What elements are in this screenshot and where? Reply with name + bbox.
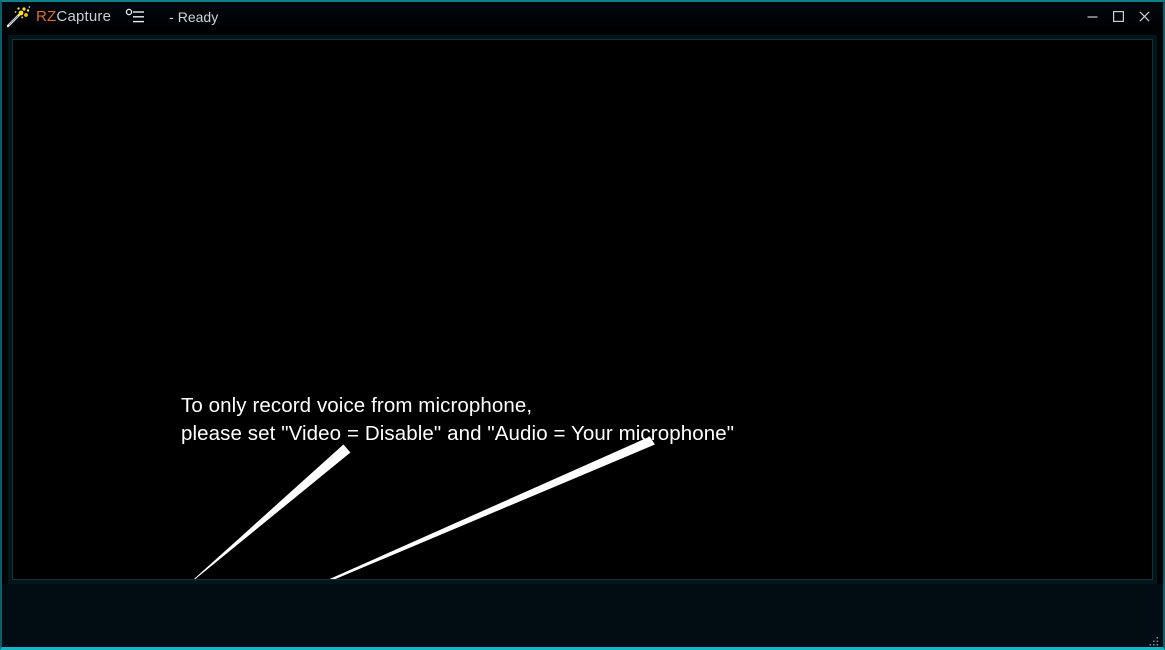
status-text: - Ready [169, 8, 219, 25]
close-button[interactable] [1131, 2, 1157, 31]
preview-frame: To only record voice from microphone, pl… [8, 35, 1157, 584]
arrow-to-video-combo [193, 444, 351, 579]
close-icon [1138, 11, 1150, 22]
magic-wand-sparkle-icon [6, 5, 31, 27]
instruction-line-1: To only record voice from microphone, [181, 394, 533, 417]
minimize-button[interactable] [1079, 2, 1105, 31]
app-title-suffix: Capture [56, 8, 112, 25]
control-bar: Video = Disable Audio = (USB Audio De 44… [2, 584, 1163, 648]
minimize-icon [1087, 16, 1097, 18]
maximize-icon [1112, 11, 1124, 23]
maximize-button[interactable] [1105, 2, 1131, 31]
rzcapture-window: RZCapture - Ready To only record voice f… [0, 0, 1165, 650]
resize-grip-icon[interactable] [1148, 636, 1160, 648]
window-controls [1079, 2, 1163, 31]
options-menu-icon[interactable] [125, 8, 147, 26]
title-bar: RZCapture - Ready [2, 2, 1163, 31]
arrow-to-audio-combo [329, 436, 655, 579]
app-title: RZCapture [36, 8, 111, 25]
preview-viewport[interactable]: To only record voice from microphone, pl… [12, 39, 1153, 580]
app-title-prefix: RZ [36, 8, 57, 25]
instruction-overlay: To only record voice from microphone, pl… [181, 392, 734, 448]
instruction-line-2: please set "Video = Disable" and "Audio … [181, 422, 735, 445]
annotation-arrows [193, 436, 655, 579]
